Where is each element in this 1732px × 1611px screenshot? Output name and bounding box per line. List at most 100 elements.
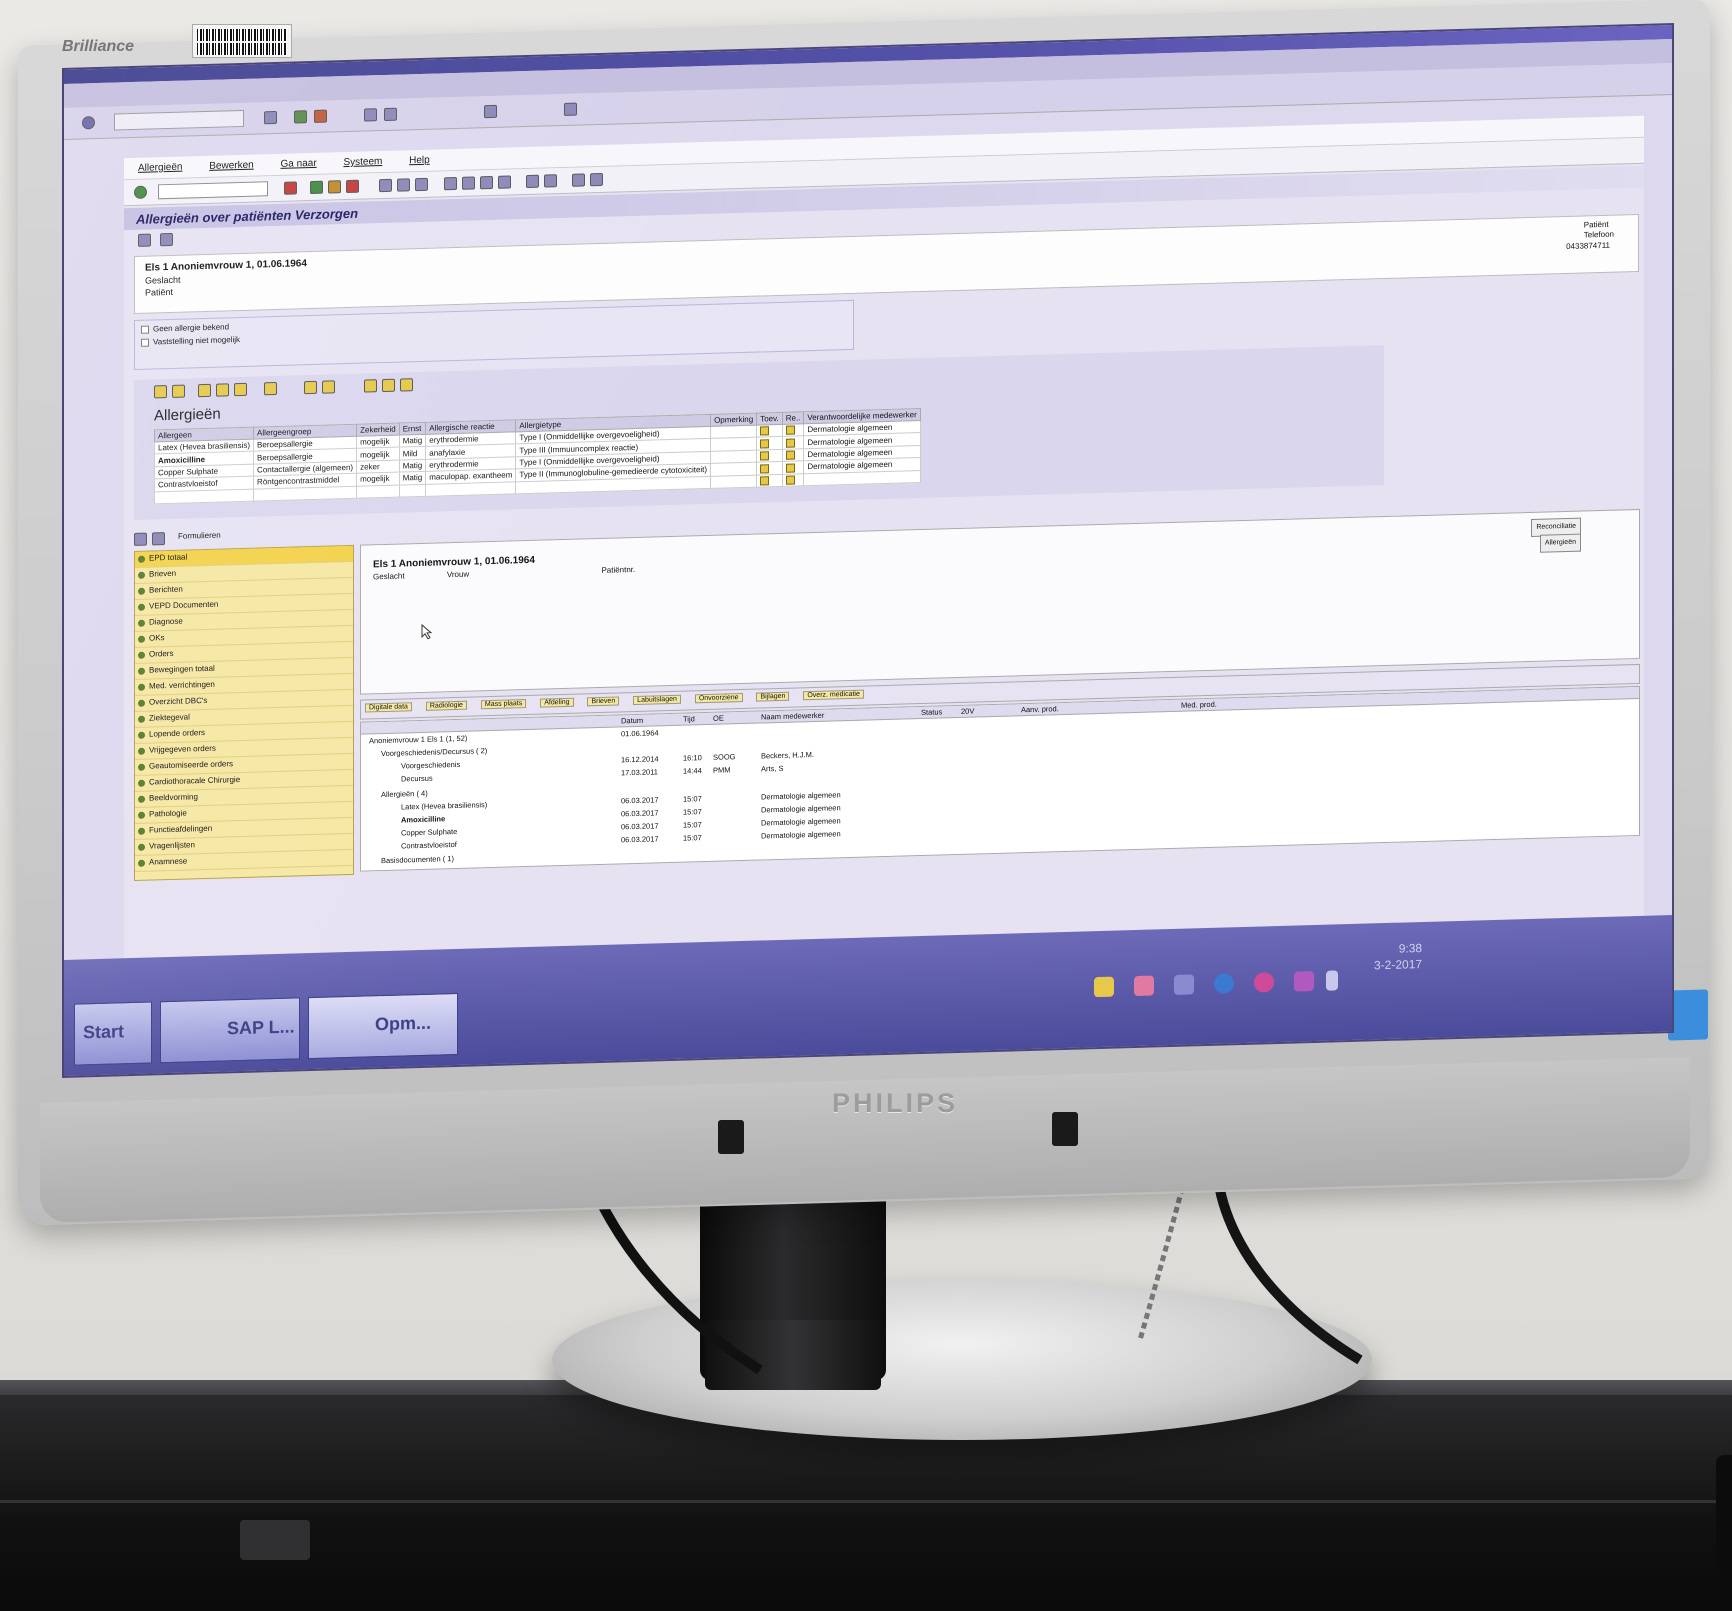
tree-row-label[interactable]: Anoniemvrouw 1 Els 1 (1, 52) (369, 734, 467, 746)
tree-row-label[interactable]: Basisdocumenten ( 1) (381, 854, 454, 865)
help-icon[interactable] (572, 173, 585, 187)
no-allergy-checkbox[interactable] (141, 325, 149, 334)
tree-row-label[interactable]: Voorgeschiedenis (401, 760, 460, 771)
enter-icon[interactable] (82, 116, 95, 130)
tree-row-label[interactable]: Allergieën ( 4) (381, 789, 428, 799)
page-icon[interactable] (484, 104, 497, 119)
print-icon[interactable] (364, 108, 377, 122)
volume-icon[interactable] (1326, 970, 1338, 991)
tree-row-label[interactable]: Decursus (401, 774, 433, 784)
doc-btn-bijlagen[interactable]: Bijlagen (756, 691, 790, 702)
tool-icon[interactable] (1174, 974, 1194, 995)
insert-row-icon[interactable] (364, 379, 377, 393)
edit-icon[interactable] (760, 439, 770, 449)
cell-ernst[interactable]: Matig (399, 471, 426, 485)
col-tijd[interactable]: Tijd (683, 714, 695, 723)
cancel-icon[interactable] (346, 179, 359, 194)
doc-btn-afdeling[interactable]: Afdeling (540, 697, 574, 708)
next-page-icon[interactable] (480, 175, 493, 190)
cell-ernst[interactable]: Matig (399, 434, 426, 448)
cell-re[interactable] (782, 460, 804, 474)
print-preview-icon[interactable] (264, 381, 277, 396)
collapse-icon[interactable] (134, 532, 147, 546)
layout-icon[interactable] (322, 380, 335, 394)
tree-row-label[interactable]: Contrastvloeistof (401, 840, 457, 851)
back-icon[interactable] (294, 110, 307, 124)
exit-icon[interactable] (314, 109, 327, 123)
reaction-icon[interactable] (785, 475, 795, 485)
cell-zekerheid[interactable]: mogelijk (356, 472, 400, 486)
cell-re[interactable] (782, 448, 804, 462)
col-status[interactable]: Status (921, 707, 942, 717)
folder-icon[interactable] (1094, 976, 1114, 998)
col-re[interactable]: Re.. (782, 411, 804, 425)
display-change-icon[interactable] (138, 233, 151, 247)
allergieen-button[interactable]: Allergieën (1539, 533, 1581, 553)
first-page-icon[interactable] (444, 176, 457, 191)
edit-icon[interactable] (760, 476, 770, 486)
menu-allergieen[interactable]: Allergieën (138, 162, 182, 174)
media-icon[interactable] (1254, 972, 1274, 993)
info-icon[interactable] (160, 232, 173, 247)
exit-icon[interactable] (328, 180, 341, 194)
doc-btn-overz-medicatie[interactable]: Overz. medicatie (803, 689, 864, 701)
doc-btn-radiologie[interactable]: Radiologie (425, 700, 467, 711)
doc-btn-brieven[interactable]: Brieven (587, 696, 620, 707)
reaction-icon[interactable] (785, 425, 795, 436)
filter-icon[interactable] (216, 383, 229, 397)
command-field[interactable] (158, 181, 268, 200)
menu-bewerken[interactable]: Bewerken (209, 160, 253, 172)
details-icon[interactable] (154, 385, 167, 399)
last-page-icon[interactable] (498, 175, 511, 189)
col-20v[interactable]: 20V (961, 707, 974, 716)
delete-row-icon[interactable] (382, 378, 395, 393)
not-determinable-checkbox[interactable] (141, 338, 149, 347)
cell-ernst[interactable]: Mild (399, 446, 426, 460)
shortcut-icon[interactable] (544, 174, 557, 188)
cell-re[interactable] (782, 423, 804, 437)
layout-icon[interactable] (590, 172, 603, 187)
start-button[interactable]: Start (74, 1001, 152, 1066)
outer-command-field[interactable] (114, 109, 244, 131)
col-med-prod[interactable]: Med. prod. (1181, 700, 1217, 710)
cell-zekerheid[interactable]: mogelijk (356, 435, 400, 449)
back-icon[interactable] (310, 180, 323, 195)
edit-icon[interactable] (760, 426, 770, 436)
sort-asc-icon[interactable] (172, 384, 185, 398)
refresh-icon[interactable] (152, 532, 165, 546)
tree-row-label[interactable]: Latex (Hevea brasiliensis) (401, 800, 487, 811)
sort-desc-icon[interactable] (198, 383, 211, 398)
save-icon[interactable] (264, 110, 277, 125)
doc-btn-digitale-data[interactable]: Digitale data (365, 702, 412, 713)
new-session-icon[interactable] (526, 174, 539, 189)
reaction-icon[interactable] (785, 463, 795, 473)
notification-icon[interactable] (1294, 971, 1314, 992)
refresh-icon[interactable] (400, 378, 413, 392)
cell-toev[interactable] (756, 424, 783, 438)
sum-icon[interactable] (234, 382, 247, 397)
menu-help[interactable]: Help (409, 155, 430, 167)
menu-systeem[interactable]: Systeem (343, 156, 382, 168)
doc-btn-onvoorziene[interactable]: Onvoorziene (694, 692, 743, 704)
col-naam-medewerker[interactable]: Naam medewerker (761, 711, 824, 722)
cell-re[interactable] (782, 436, 804, 450)
browser-icon[interactable] (1214, 973, 1234, 994)
taskbar-item-opm[interactable]: Opm... (308, 992, 458, 1060)
cell-ernst[interactable]: Matig (399, 459, 426, 473)
reaction-icon[interactable] (785, 450, 795, 460)
confirm-icon[interactable] (134, 185, 147, 199)
doc-btn-mass-plaats[interactable]: Mass plaats (480, 699, 527, 710)
find-icon[interactable] (384, 107, 397, 122)
edit-icon[interactable] (760, 451, 770, 461)
edit-icon[interactable] (760, 463, 770, 474)
forms-label[interactable]: Formulieren (178, 531, 221, 541)
tree-row-label[interactable]: Copper Sulphate (401, 827, 457, 838)
export-icon[interactable] (304, 380, 317, 395)
prev-page-icon[interactable] (462, 176, 475, 190)
tree-row-label[interactable]: Voorgeschiedenis/Decursus ( 2) (381, 746, 487, 758)
cell-toev[interactable] (756, 436, 783, 450)
reaction-icon[interactable] (785, 438, 795, 448)
cell-zekerheid[interactable]: zeker (356, 459, 400, 474)
layout-icon[interactable] (564, 102, 577, 116)
col-ernst[interactable]: Ernst (399, 422, 426, 436)
